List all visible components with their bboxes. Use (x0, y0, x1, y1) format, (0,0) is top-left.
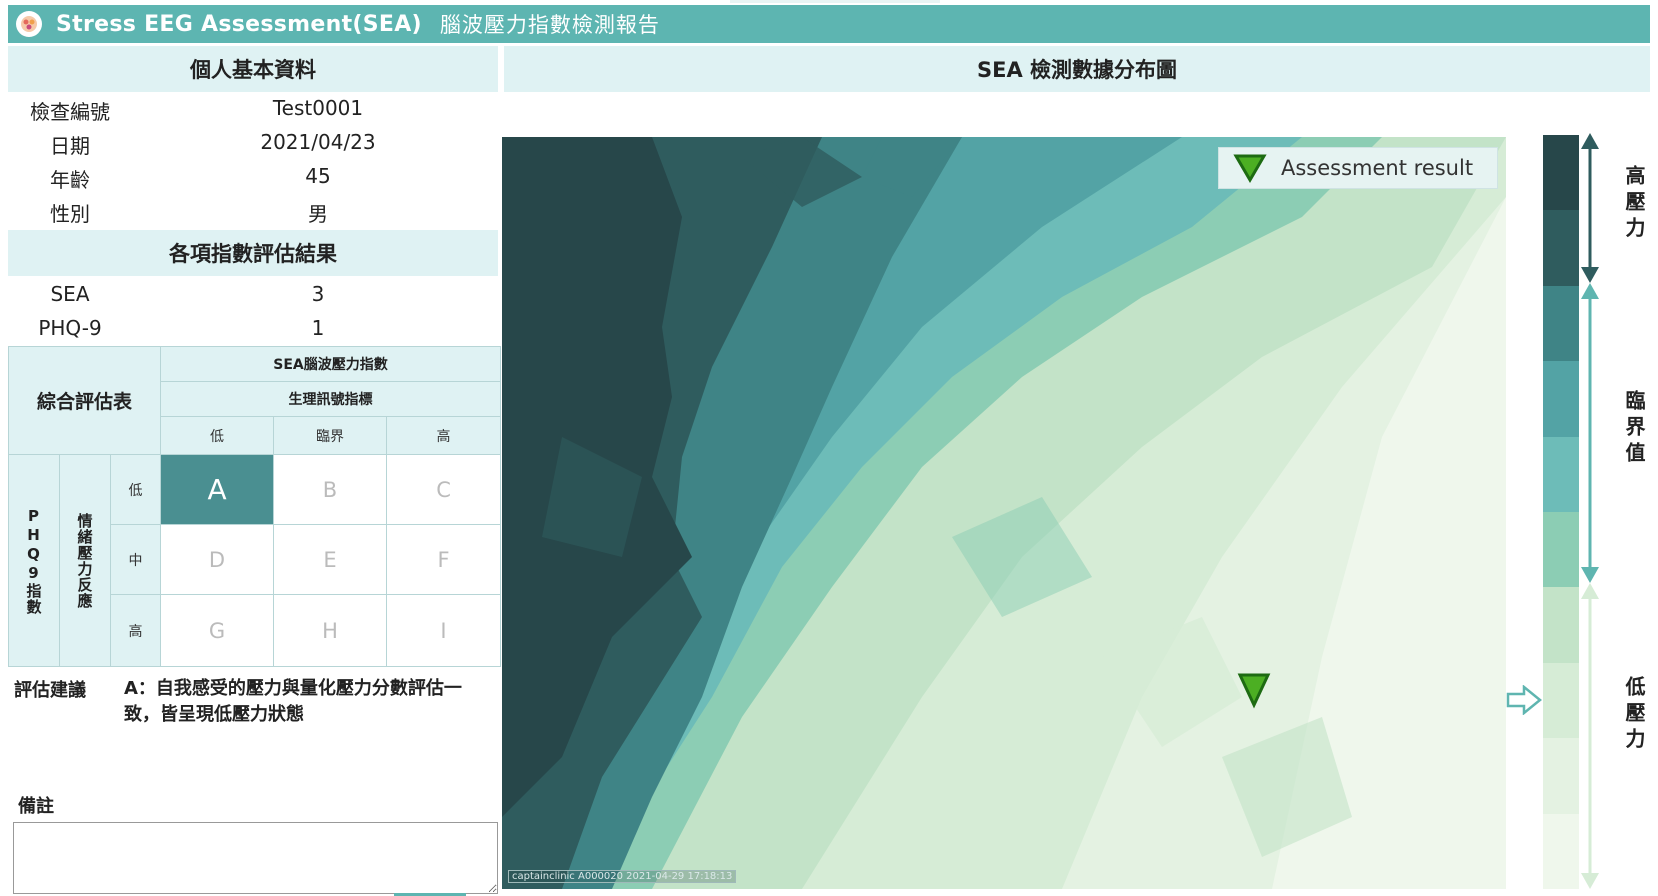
index-value: 1 (311, 316, 325, 340)
matrix-row-group-2: 情緒壓力反應 (59, 454, 111, 667)
indices-heading: 各項指數評估結果 (8, 230, 498, 276)
title-bar: Stress EEG Assessment(SEA) 腦波壓力指數檢測報告 (8, 5, 1650, 43)
scale-label-low: 低壓力 (1622, 676, 1646, 754)
matrix-row-group-2-text: 情緒壓力反應 (75, 512, 94, 609)
high-range-arrow-icon (1581, 133, 1599, 283)
notes-field[interactable] (13, 822, 498, 894)
matrix-col-level-mid: 臨界 (273, 416, 388, 455)
index-row-sea: SEA 3 (8, 282, 498, 314)
index-label: PHQ-9 (38, 316, 102, 340)
low-range-arrow-icon (1581, 583, 1599, 889)
scale-label-high: 高壓力 (1622, 165, 1646, 243)
watermark: captainclinic A000020 2021-04-29 17:18:1… (508, 870, 737, 883)
scale-band (1543, 210, 1579, 286)
matrix-col-header-1: SEA腦波壓力指數 (160, 346, 502, 382)
index-value: 3 (311, 282, 325, 306)
matrix-row-group-1: PHQ9指數 (8, 454, 60, 667)
range-arrows (1581, 133, 1599, 889)
mid-range-arrow-icon (1581, 283, 1599, 583)
matrix-cell-a: A (160, 454, 275, 525)
info-row-date: 日期 2021/04/23 (8, 130, 498, 162)
advice-label: 評估建議 (14, 680, 86, 701)
green-triangle-legend-icon (1233, 154, 1267, 183)
distribution-map (502, 137, 1506, 889)
indices-heading-text: 各項指數評估結果 (169, 242, 337, 266)
matrix-cell-i: I (386, 594, 502, 667)
matrix-cell-f: F (386, 524, 502, 595)
arrow-right-icon (1506, 685, 1542, 715)
matrix-title: 綜合評估表 (37, 391, 133, 413)
matrix-row-level-mid: 中 (109, 524, 162, 595)
scale-band (1543, 511, 1579, 588)
brain-logo-icon (16, 11, 42, 37)
assessment-matrix: 綜合評估表 SEA腦波壓力指數 生理訊號指標 低 臨界 高 PHQ9指數 情緒壓… (7, 346, 502, 667)
app-title-zh: 腦波壓力指數檢測報告 (439, 13, 660, 37)
tab-indicator (730, 0, 940, 3)
matrix-row-level-high: 高 (109, 594, 162, 667)
distribution-map-svg (502, 137, 1506, 889)
matrix-col-level-high: 高 (386, 416, 502, 455)
matrix-col-header-2: 生理訊號指標 (160, 381, 502, 417)
legend-label: Assessment result (1281, 156, 1474, 180)
info-value: Test0001 (272, 96, 364, 120)
info-label: 年齡 (50, 168, 90, 192)
stress-color-scale (1543, 135, 1579, 889)
scale-band (1543, 662, 1579, 739)
info-row-age: 年齡 45 (8, 164, 498, 196)
info-label: 性別 (50, 202, 90, 226)
info-row-gender: 性別 男 (8, 198, 498, 230)
info-value: 45 (305, 164, 331, 188)
matrix-row-level-low: 低 (109, 454, 162, 525)
matrix-cell-c: C (386, 454, 502, 525)
index-row-phq9: PHQ-9 1 (8, 316, 498, 348)
scale-band (1543, 285, 1579, 362)
scale-band (1543, 813, 1579, 889)
matrix-cell-h: H (273, 594, 388, 667)
index-label: SEA (50, 282, 90, 306)
matrix-cell-b: B (273, 454, 388, 525)
app-title-en: Stress EEG Assessment(SEA) (56, 11, 422, 37)
scale-band (1543, 361, 1579, 437)
notes-label: 備註 (18, 796, 54, 817)
scale-band (1543, 587, 1579, 663)
chart-heading: SEA 檢測數據分布圖 (504, 46, 1650, 92)
matrix-row-group-1-text: PHQ9指數 (24, 506, 43, 615)
chart-heading-text: SEA 檢測數據分布圖 (976, 58, 1178, 82)
scale-label-mid: 臨界值 (1622, 390, 1646, 468)
scale-band (1543, 436, 1579, 512)
personal-info-heading-text: 個人基本資料 (190, 58, 316, 82)
matrix-cell-e: E (273, 524, 388, 595)
matrix-cell-g: G (160, 594, 275, 667)
matrix-title-cell: 綜合評估表 (7, 346, 162, 455)
scale-band (1543, 135, 1579, 211)
info-label: 日期 (50, 134, 90, 158)
info-value: 男 (308, 202, 328, 226)
matrix-col-level-low: 低 (160, 416, 275, 455)
personal-info-heading: 個人基本資料 (8, 46, 498, 92)
matrix-cell-d: D (160, 524, 275, 595)
info-value: 2021/04/23 (260, 130, 376, 154)
scale-band (1543, 738, 1579, 814)
info-row-exam-id: 檢查編號 Test0001 (8, 96, 498, 128)
advice-text: A：自我感受的壓力與量化壓力分數評估一致，皆呈現低壓力狀態 (124, 678, 462, 725)
info-label: 檢查編號 (30, 100, 110, 124)
chart-legend: Assessment result (1218, 147, 1498, 189)
